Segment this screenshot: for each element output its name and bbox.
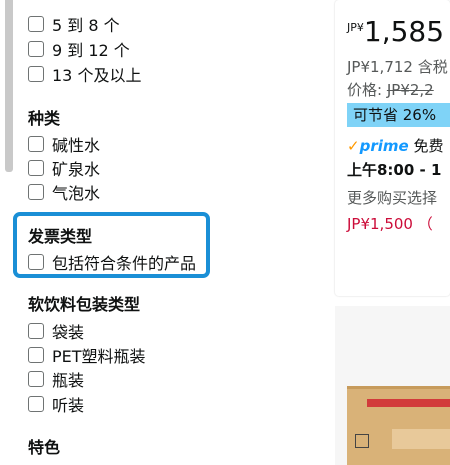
filter-type-alkaline[interactable]: 碱性水 [28,133,100,155]
checkbox[interactable] [28,323,44,339]
filter-type-sparkling[interactable]: 气泡水 [28,181,100,203]
invoice-heading: 发票类型 [28,227,93,246]
checkbox[interactable] [28,136,44,152]
filter-package-bottle[interactable]: 瓶装 [28,368,84,390]
price[interactable]: JP¥1,585 [347,15,444,48]
filter-label: 9 到 12 个 [52,41,130,60]
checkbox[interactable] [28,396,44,412]
box-label [392,429,450,449]
prime-check-icon: ✓ [347,137,360,155]
filter-label: 矿泉水 [52,160,101,179]
filter-type-mineral[interactable]: 矿泉水 [28,157,100,179]
filter-sidebar: 5 到 8 个 9 到 12 个 13 个及以上 种类 碱性水 矿泉水 气泡水 … [0,0,310,465]
prime-row: ✓prime 免费 [347,135,443,156]
product-card-image[interactable] [335,306,450,465]
filter-count-5-8[interactable]: 5 到 8 个 [28,13,120,35]
checkbox[interactable] [28,184,44,200]
checkbox[interactable] [28,41,44,57]
checkbox[interactable] [28,371,44,387]
filter-package-pet[interactable]: PET塑料瓶装 [28,344,146,366]
checkbox[interactable] [28,66,44,82]
product-image[interactable] [347,386,450,465]
checkbox[interactable] [28,347,44,363]
filter-label: 袋装 [52,323,85,342]
list-price-label: 价格: [347,81,383,99]
checkbox[interactable] [28,254,44,270]
other-offer-price[interactable]: JP¥1,500 （ [347,213,433,234]
filter-label: 气泡水 [52,184,101,203]
list-price-row: 价格: JP¥2,2 [347,79,434,100]
price-value: 1,585 [363,15,445,48]
filter-label: PET塑料瓶装 [52,347,146,366]
filter-invoice-eligible[interactable]: 包括符合条件的产品 [28,251,196,273]
box-stripe [367,399,450,407]
checkbox[interactable] [28,16,44,32]
filter-count-13-plus[interactable]: 13 个及以上 [28,63,141,85]
delivery-time: 上午8:00 - 1 [347,161,442,179]
product-card[interactable]: JP¥1,585 JP¥1,712 含税 价格: JP¥2,2 可节省 26% … [335,0,450,296]
prime-shipping: 免费 [413,137,444,155]
filter-label: 听装 [52,396,85,415]
filter-label: 5 到 8 个 [52,16,120,35]
more-buying-options[interactable]: 更多购买选择 [347,187,437,208]
box-mark-icon [355,434,369,448]
type-heading: 种类 [28,109,61,128]
filter-label: 瓶装 [52,371,85,390]
price-currency: JP¥ [347,21,364,34]
filter-count-9-12[interactable]: 9 到 12 个 [28,38,130,60]
checkbox[interactable] [28,160,44,176]
filter-package-can[interactable]: 听装 [28,393,84,415]
list-price: JP¥2,2 [386,81,434,99]
tax-price: JP¥1,712 含税 [347,58,448,76]
filter-label: 13 个及以上 [52,66,142,85]
filter-label: 包括符合条件的产品 [52,254,197,273]
filter-package-pouch[interactable]: 袋装 [28,320,84,342]
package-heading: 软饮料包装类型 [28,295,141,314]
feature-heading: 特色 [28,438,61,457]
savings-badge: 可节省 26% [347,103,450,127]
prime-logo: prime [359,137,409,155]
filter-label: 碱性水 [52,136,101,155]
